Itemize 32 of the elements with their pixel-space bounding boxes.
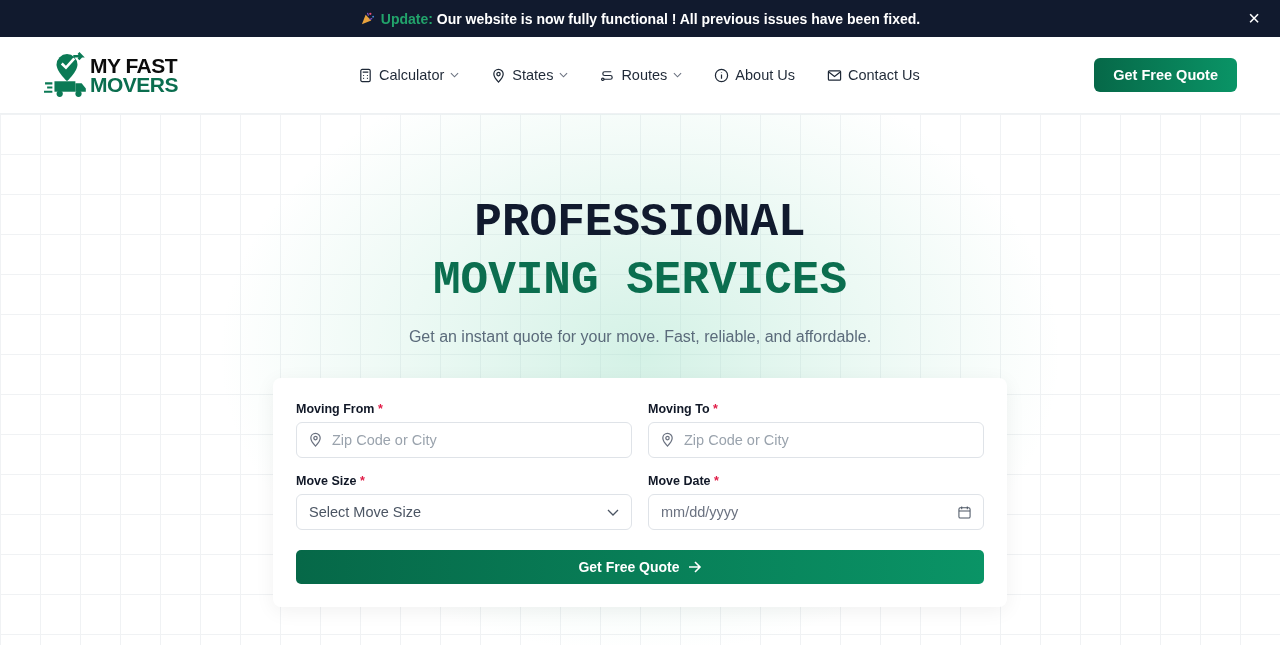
mail-icon [827, 67, 842, 83]
location-pin-icon [308, 432, 323, 447]
calculator-icon [358, 67, 373, 83]
hero-title: PROFESSIONAL [474, 196, 806, 251]
close-button[interactable]: × [1244, 6, 1264, 30]
logo-text: MOVERS [90, 75, 178, 94]
arrow-right-icon [687, 561, 702, 573]
get-quote-button[interactable]: Get Free Quote [1094, 58, 1237, 92]
hero-title: MOVING SERVICES [432, 254, 848, 309]
calendar-icon [958, 505, 971, 519]
location-pin-icon [491, 67, 507, 83]
hero-subtitle: Get an instant quote for your move. Fast, reliable, and affordable. [408, 328, 872, 346]
location-input-field[interactable]: Zip Code or City [648, 422, 984, 458]
nav-link[interactable]: States [491, 67, 569, 83]
location-pin-icon [660, 432, 675, 447]
logo-text: MY FAST [90, 56, 178, 75]
chevron-down-icon [607, 508, 619, 516]
nav-link[interactable]: About Us [714, 67, 795, 83]
info-icon [714, 67, 730, 83]
announcement-text: Update: Our website is now fully functional ! All previous issues have been fixed. [380, 10, 921, 27]
field-label: Moving To * [648, 402, 719, 416]
move-size-dropdown[interactable]: Select Move Size [296, 494, 632, 530]
get-quote-submit-button[interactable]: Get Free Quote [296, 550, 984, 584]
date-input-field[interactable]: mm/dd/yyyy [648, 494, 984, 530]
field-label: Move Date * [648, 474, 720, 488]
location-input-field[interactable]: Zip Code or City [296, 422, 632, 458]
nav-link[interactable]: Routes [600, 67, 683, 83]
field-label: Move Size * [296, 474, 366, 488]
nav-link[interactable]: Contact Us [827, 67, 920, 83]
field-label: Moving From * [296, 402, 384, 416]
party-popper-icon [359, 11, 375, 26]
nav-link[interactable]: Calculator [358, 67, 460, 83]
